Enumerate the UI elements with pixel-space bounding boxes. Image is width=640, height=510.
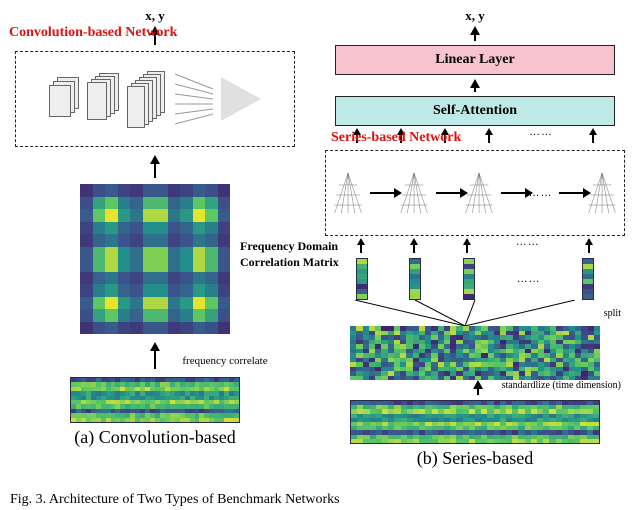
conv-dashbox [15,51,295,147]
ellipsis: …… [529,126,553,144]
conv-net-block: Convolution-based Network [15,45,295,147]
panel-b-sublabel: (b) Series-based [417,448,533,469]
split-fan-block: split [325,300,625,326]
arrow-up-icon [589,128,597,135]
series-net-block: Series-based Network [325,146,625,236]
arrow-right-icon [501,188,522,198]
arrow-up-icon [463,238,471,245]
output-label-a: x, y [145,8,165,24]
fan-lines-icon [325,300,605,326]
raw-signal-image-b [350,400,600,444]
arrow-up-icon [470,79,480,88]
arrow-up-icon [485,128,493,135]
panel-a: x, y Convolution-based Network [0,0,310,470]
arrow-up-icon [410,238,418,245]
chip-column [409,258,421,300]
arrow-up-icon [357,238,365,245]
multi-arrows-up: …… [335,238,615,254]
figure-caption: Fig. 3. Architecture of Two Types of Ben… [10,492,340,508]
vline [154,164,156,178]
self-attention-label: Self-Attention [433,103,517,119]
tree-antenna-icon [463,161,495,225]
vline [154,351,156,369]
linear-layer-block: Linear Layer [335,45,615,75]
conv-net-label: Convolution-based Network [9,25,177,41]
cnn-output-icon [221,77,261,121]
series-dashbox: …… [325,150,625,236]
cnn-layers-icon [49,69,261,129]
chip-column [356,258,368,300]
arrow-up-icon [585,238,593,245]
output-label-b: x, y [465,8,485,24]
arrow-up-icon [150,155,160,164]
cnn-stack-icon [127,71,167,127]
ellipsis: …… [517,273,541,285]
std-row: standardlize (time dimension) [325,380,625,394]
vline [477,387,479,395]
cnn-stack-icon [49,77,79,121]
vline [474,35,476,41]
ellipsis: …… [516,236,540,254]
tree-row: …… [326,151,624,235]
freq-correlate-label: frequency correlate [182,355,267,367]
tree-antenna-icon [586,161,618,225]
chip-column [582,258,594,300]
arrow-right-icon [370,188,391,198]
chip-column [463,258,475,300]
arrow-right-icon [559,188,580,198]
standardized-signal-image [350,326,600,380]
arrow-up-icon [470,26,480,35]
tree-antenna-icon [332,161,364,225]
chips-row: …… [335,258,615,300]
panel-a-sublabel: (a) Convolution-based [74,427,235,448]
vline [474,88,476,92]
cnn-flatten-icon [173,69,215,129]
figure-container: x, y Convolution-based Network [0,0,640,470]
self-attention-block: Self-Attention [335,96,615,126]
corr-matrix-block: Frequency Domain Correlation Matrix [80,178,230,334]
std-label: standardlize (time dimension) [502,380,621,391]
cnn-stack-icon [85,73,121,125]
raw-signal-image-a [70,377,240,423]
panel-b: x, y Linear Layer Self-Attention …… Seri… [310,0,640,470]
split-label: split [604,308,621,319]
arrow-right-icon [436,188,457,198]
series-net-label: Series-based Network [331,130,461,146]
tree-antenna-icon [398,161,430,225]
linear-layer-label: Linear Layer [435,52,514,68]
correlation-matrix-image [80,184,230,334]
arrow-up-icon [150,342,160,351]
